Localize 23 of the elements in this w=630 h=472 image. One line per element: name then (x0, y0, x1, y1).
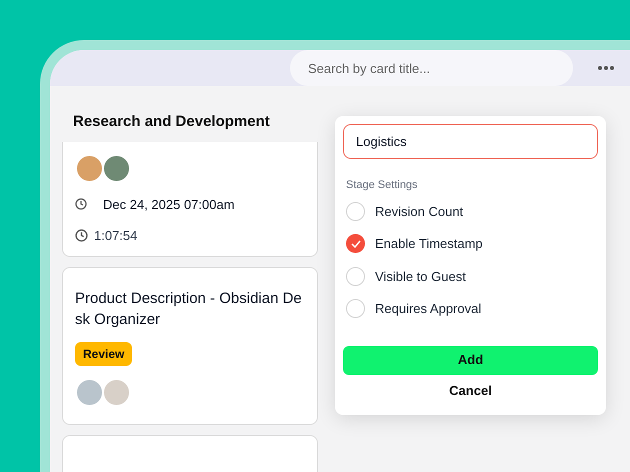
column-title: Research and Development (73, 112, 271, 132)
clock-icon (75, 198, 87, 210)
option-checkbox[interactable]: Enable Timestamp (346, 234, 598, 254)
task-card[interactable]: Product Description - Obsidian De sk Organizer Review (62, 266, 318, 424)
search-field[interactable]: Search by card title... (290, 50, 573, 86)
due-date: Dec 24, 2025 07:00am (103, 196, 235, 214)
option-checkbox[interactable]: Requires Approval (346, 299, 598, 318)
task-card[interactable]: Dec 24, 2025 07:00am 1:07:54 (62, 142, 318, 256)
add-button[interactable]: Add (343, 346, 598, 374)
section-label: Stage Settings (346, 178, 419, 193)
option-checkbox[interactable]: Revision Count (346, 202, 598, 221)
more-icon[interactable] (597, 65, 615, 71)
card-title: Product Description - Obsidian De sk Organizer (75, 288, 303, 330)
option-label: Revision Count (375, 202, 464, 220)
option-label: Enable Timestamp (375, 235, 483, 253)
option-label: Requires Approval (375, 300, 482, 318)
stage-name-field[interactable]: Logistics (343, 124, 598, 159)
timer-text: 1:07:54 (94, 227, 138, 245)
option-label: Visible to Guest (375, 268, 466, 286)
status-tag: Review (75, 342, 132, 366)
cancel-button[interactable]: Cancel (343, 380, 598, 400)
timer-icon (75, 229, 88, 242)
option-checkbox[interactable]: Visible to Guest (346, 266, 598, 286)
